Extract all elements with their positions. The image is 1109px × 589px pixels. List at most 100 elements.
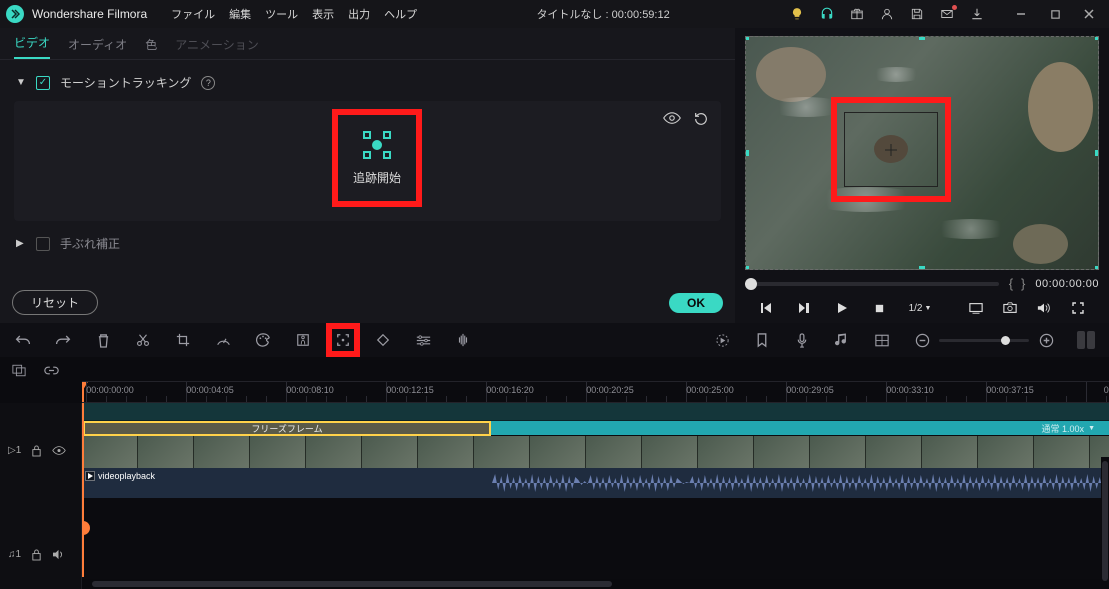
menu-output[interactable]: 出力: [348, 6, 370, 22]
clip-speed-badge[interactable]: 通常 1.00x▼: [1042, 422, 1095, 435]
timeline-view-icon[interactable]: [1077, 331, 1095, 349]
reset-tracking-icon[interactable]: [693, 111, 709, 127]
ruler-label: 00:00:04:05: [186, 385, 234, 395]
preview-eye-icon[interactable]: [663, 111, 681, 125]
redo-icon[interactable]: [54, 331, 72, 349]
marker-track[interactable]: [82, 403, 1109, 421]
resize-handle[interactable]: [1095, 36, 1099, 40]
timeline-v-scrollbar[interactable]: [1101, 457, 1109, 579]
playhead-handle[interactable]: [82, 521, 90, 535]
start-tracking-highlight: 追跡開始: [332, 109, 422, 207]
tab-audio[interactable]: オーディオ: [68, 36, 127, 59]
tracking-target-icon[interactable]: [363, 131, 391, 159]
mute-icon[interactable]: [52, 549, 65, 560]
color-icon[interactable]: [254, 331, 272, 349]
save-icon[interactable]: [909, 6, 925, 22]
adjust-icon[interactable]: [414, 331, 432, 349]
menu-tool[interactable]: ツール: [265, 6, 298, 22]
timeline-ruler[interactable]: 00:00:00:0000:00:04:0500:00:08:1000:00:1…: [82, 381, 1109, 403]
lock-icon[interactable]: [31, 444, 42, 457]
app-logo: [6, 5, 24, 23]
mail-icon[interactable]: [939, 6, 955, 22]
help-icon[interactable]: ?: [201, 76, 215, 90]
resize-handle[interactable]: [1095, 266, 1099, 270]
gift-icon[interactable]: [849, 6, 865, 22]
resize-handle[interactable]: [1095, 150, 1099, 156]
menu-edit[interactable]: 編集: [229, 6, 251, 22]
link-icon[interactable]: [42, 361, 60, 379]
window-minimize[interactable]: [1007, 4, 1035, 24]
zoom-in-icon[interactable]: [1037, 331, 1055, 349]
chevron-down-icon[interactable]: ▼: [16, 77, 26, 88]
zoom-out-icon[interactable]: [913, 331, 931, 349]
nest-icon[interactable]: [10, 361, 28, 379]
expand-track-icon[interactable]: [873, 331, 891, 349]
tab-animation[interactable]: アニメーション: [175, 36, 259, 59]
freeze-frame-clip[interactable]: フリーズフレーム: [83, 421, 491, 436]
download-icon[interactable]: [969, 6, 985, 22]
voiceover-icon[interactable]: [793, 331, 811, 349]
audio-sync-icon[interactable]: [833, 331, 851, 349]
step-back-icon[interactable]: [757, 299, 775, 317]
undo-icon[interactable]: [14, 331, 32, 349]
timeline-h-scrollbar[interactable]: [82, 579, 1109, 589]
resize-handle[interactable]: [745, 36, 749, 40]
play-icon[interactable]: [833, 299, 851, 317]
play-pause-icon[interactable]: [795, 299, 813, 317]
playhead-line[interactable]: [82, 382, 84, 402]
render-preview-icon[interactable]: [713, 331, 731, 349]
ok-button[interactable]: OK: [669, 293, 723, 313]
main-menu: ファイル 編集 ツール 表示 出力 ヘルプ: [171, 6, 417, 22]
tips-icon[interactable]: [789, 6, 805, 22]
tab-color[interactable]: 色: [145, 36, 157, 59]
account-icon[interactable]: [879, 6, 895, 22]
ruler-label: 00:00:29:05: [786, 385, 834, 395]
timeline-zoom: [913, 331, 1055, 349]
marker-icon[interactable]: [753, 331, 771, 349]
playhead-track-line[interactable]: [82, 403, 84, 577]
resize-handle[interactable]: [745, 150, 749, 156]
display-settings-icon[interactable]: [967, 299, 985, 317]
window-close[interactable]: [1075, 4, 1103, 24]
reset-button[interactable]: リセット: [12, 290, 98, 315]
resize-handle[interactable]: [919, 266, 925, 270]
timeline-body[interactable]: 通常 1.00x▼ フリーズフレーム videoplayback: [82, 403, 1109, 589]
playback-speed[interactable]: 1/2▼: [909, 303, 932, 314]
menu-file[interactable]: ファイル: [171, 6, 215, 22]
preview-seek-slider[interactable]: [745, 282, 999, 286]
stabilize-checkbox[interactable]: ✓: [36, 237, 50, 251]
preview-viewport[interactable]: [745, 36, 1099, 270]
motion-tracking-checkbox[interactable]: ✓: [36, 76, 50, 90]
fullscreen-icon[interactable]: [1069, 299, 1087, 317]
preview-panel: {} 00:00:00:00 1/2▼: [735, 28, 1109, 323]
track-headers: ▷1 ♫1: [0, 403, 82, 589]
visibility-icon[interactable]: [52, 445, 66, 456]
volume-icon[interactable]: [1035, 299, 1053, 317]
menu-help[interactable]: ヘルプ: [384, 6, 417, 22]
tab-video[interactable]: ビデオ: [14, 34, 50, 59]
speed-icon[interactable]: [214, 331, 232, 349]
crop-icon[interactable]: [174, 331, 192, 349]
video-clip[interactable]: videoplayback: [82, 436, 1109, 468]
green-screen-icon[interactable]: [294, 331, 312, 349]
keyframe-icon[interactable]: [374, 331, 392, 349]
stop-icon[interactable]: [871, 299, 889, 317]
motion-tracking-tool-icon[interactable]: [334, 331, 352, 349]
support-icon[interactable]: [819, 6, 835, 22]
timeline-toolbar: [0, 323, 1109, 357]
delete-icon[interactable]: [94, 331, 112, 349]
resize-handle[interactable]: [745, 266, 749, 270]
chevron-right-icon[interactable]: ▶: [16, 238, 26, 249]
split-icon[interactable]: [134, 331, 152, 349]
audio-mixer-icon[interactable]: [454, 331, 472, 349]
lock-icon[interactable]: [31, 548, 42, 561]
mark-in-icon[interactable]: {: [1009, 276, 1013, 291]
resize-handle[interactable]: [919, 36, 925, 40]
snapshot-icon[interactable]: [1001, 299, 1019, 317]
zoom-slider[interactable]: [939, 339, 1029, 342]
mark-out-icon[interactable]: }: [1021, 276, 1025, 291]
menu-view[interactable]: 表示: [312, 6, 334, 22]
window-maximize[interactable]: [1041, 4, 1069, 24]
start-tracking-button[interactable]: 追跡開始: [353, 169, 401, 186]
audio-waveform: [492, 470, 1109, 496]
